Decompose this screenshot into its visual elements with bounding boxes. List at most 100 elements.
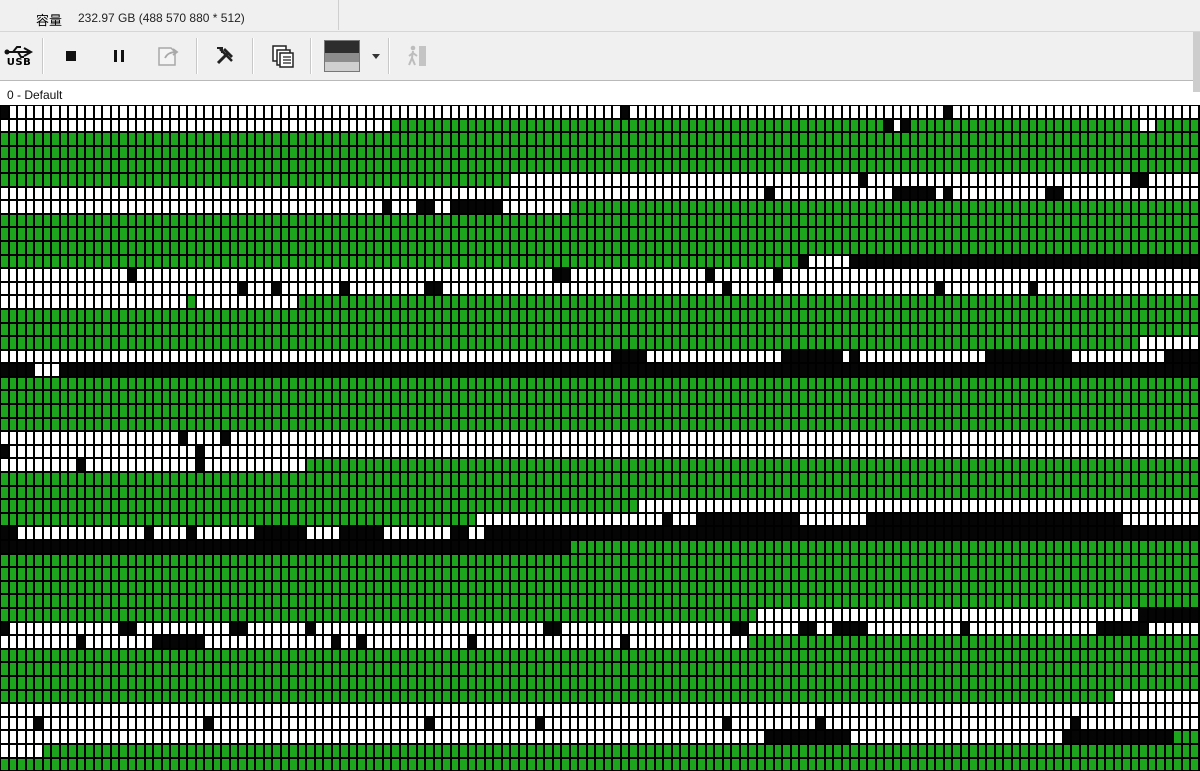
- block-cell: [1088, 105, 1097, 119]
- block-cell: [1139, 214, 1148, 228]
- block-cell: [808, 336, 817, 350]
- tools-button[interactable]: [208, 36, 242, 76]
- block-cell: [876, 418, 885, 432]
- block-cell: [714, 119, 723, 133]
- block-cell: [961, 472, 970, 486]
- block-cell: [298, 390, 307, 404]
- stop-button[interactable]: [54, 36, 88, 76]
- block-cell: [1037, 431, 1046, 445]
- block-cell: [578, 132, 587, 146]
- block-cell: [1173, 309, 1182, 323]
- block-cell: [663, 418, 672, 432]
- block-cell: [578, 540, 587, 554]
- export-button[interactable]: [152, 36, 186, 76]
- block-cell: [774, 214, 783, 228]
- block-cell: [366, 540, 375, 554]
- block-cell: [689, 241, 698, 255]
- block-cell: [281, 295, 290, 309]
- block-cell: [689, 363, 698, 377]
- block-cell: [60, 513, 69, 527]
- block-cell: [459, 268, 468, 282]
- thumbnail-dropdown[interactable]: [320, 36, 384, 76]
- block-cell: [723, 472, 732, 486]
- block-cell: [1054, 146, 1063, 160]
- block-cell: [1165, 159, 1174, 173]
- block-cell: [400, 377, 409, 391]
- block-cell: [383, 526, 392, 540]
- block-cell: [510, 105, 519, 119]
- block-cell: [60, 105, 69, 119]
- block-cell: [408, 241, 417, 255]
- block-cell: [102, 146, 111, 160]
- block-cell: [408, 540, 417, 554]
- block-cell: [791, 404, 800, 418]
- block-cell: [697, 309, 706, 323]
- block-cell: [485, 554, 494, 568]
- block-cell: [825, 404, 834, 418]
- block-cell: [629, 105, 638, 119]
- block-cell: [757, 268, 766, 282]
- block-cell: [26, 472, 35, 486]
- block-cell: [408, 309, 417, 323]
- scrollbar[interactable]: [1193, 32, 1200, 92]
- block-cell: [884, 404, 893, 418]
- block-cell: [145, 445, 154, 459]
- block-cell: [910, 363, 919, 377]
- block-cell: [553, 268, 562, 282]
- block-cell: [765, 526, 774, 540]
- block-cell: [918, 200, 927, 214]
- block-cell: [26, 146, 35, 160]
- block-cell: [774, 268, 783, 282]
- block-cell: [221, 363, 230, 377]
- copy-button[interactable]: [266, 36, 300, 76]
- block-cell: [561, 513, 570, 527]
- block-cell: [408, 323, 417, 337]
- block-cell: [816, 187, 825, 201]
- block-cell: [978, 173, 987, 187]
- block-cell: [493, 295, 502, 309]
- block-cell: [1190, 418, 1199, 432]
- block-cell: [187, 540, 196, 554]
- block-cell: [1156, 295, 1165, 309]
- block-cell: [153, 187, 162, 201]
- block-cell: [119, 146, 128, 160]
- block-cell: [961, 323, 970, 337]
- block-cell: [672, 445, 681, 459]
- block-cell: [298, 336, 307, 350]
- block-cell: [604, 513, 613, 527]
- block-cell: [782, 282, 791, 296]
- block-cell: [442, 227, 451, 241]
- block-cell: [493, 363, 502, 377]
- block-cell: [111, 363, 120, 377]
- block-cell: [357, 200, 366, 214]
- pause-button[interactable]: [102, 36, 136, 76]
- block-cell: [196, 431, 205, 445]
- usb-button[interactable]: USB: [0, 36, 38, 76]
- block-cell: [221, 323, 230, 337]
- block-cell: [408, 363, 417, 377]
- block-cell: [476, 173, 485, 187]
- block-cell: [884, 146, 893, 160]
- block-cell: [842, 323, 851, 337]
- block-cell: [884, 105, 893, 119]
- block-cell: [799, 187, 808, 201]
- block-cell: [952, 309, 961, 323]
- block-cell: [179, 431, 188, 445]
- block-cell: [1088, 377, 1097, 391]
- block-cell: [94, 146, 103, 160]
- block-cell: [1080, 377, 1089, 391]
- block-cell: [170, 526, 179, 540]
- block-cell: [85, 268, 94, 282]
- block-cell: [587, 526, 596, 540]
- block-cell: [128, 295, 137, 309]
- block-cell: [740, 377, 749, 391]
- block-cell: [383, 363, 392, 377]
- walk-button[interactable]: [400, 36, 434, 76]
- block-cell: [187, 159, 196, 173]
- block-cell: [102, 309, 111, 323]
- block-cell: [145, 241, 154, 255]
- block-cell: [697, 146, 706, 160]
- block-cell: [680, 554, 689, 568]
- thumbnail-icon: [324, 40, 360, 72]
- block-cell: [451, 499, 460, 513]
